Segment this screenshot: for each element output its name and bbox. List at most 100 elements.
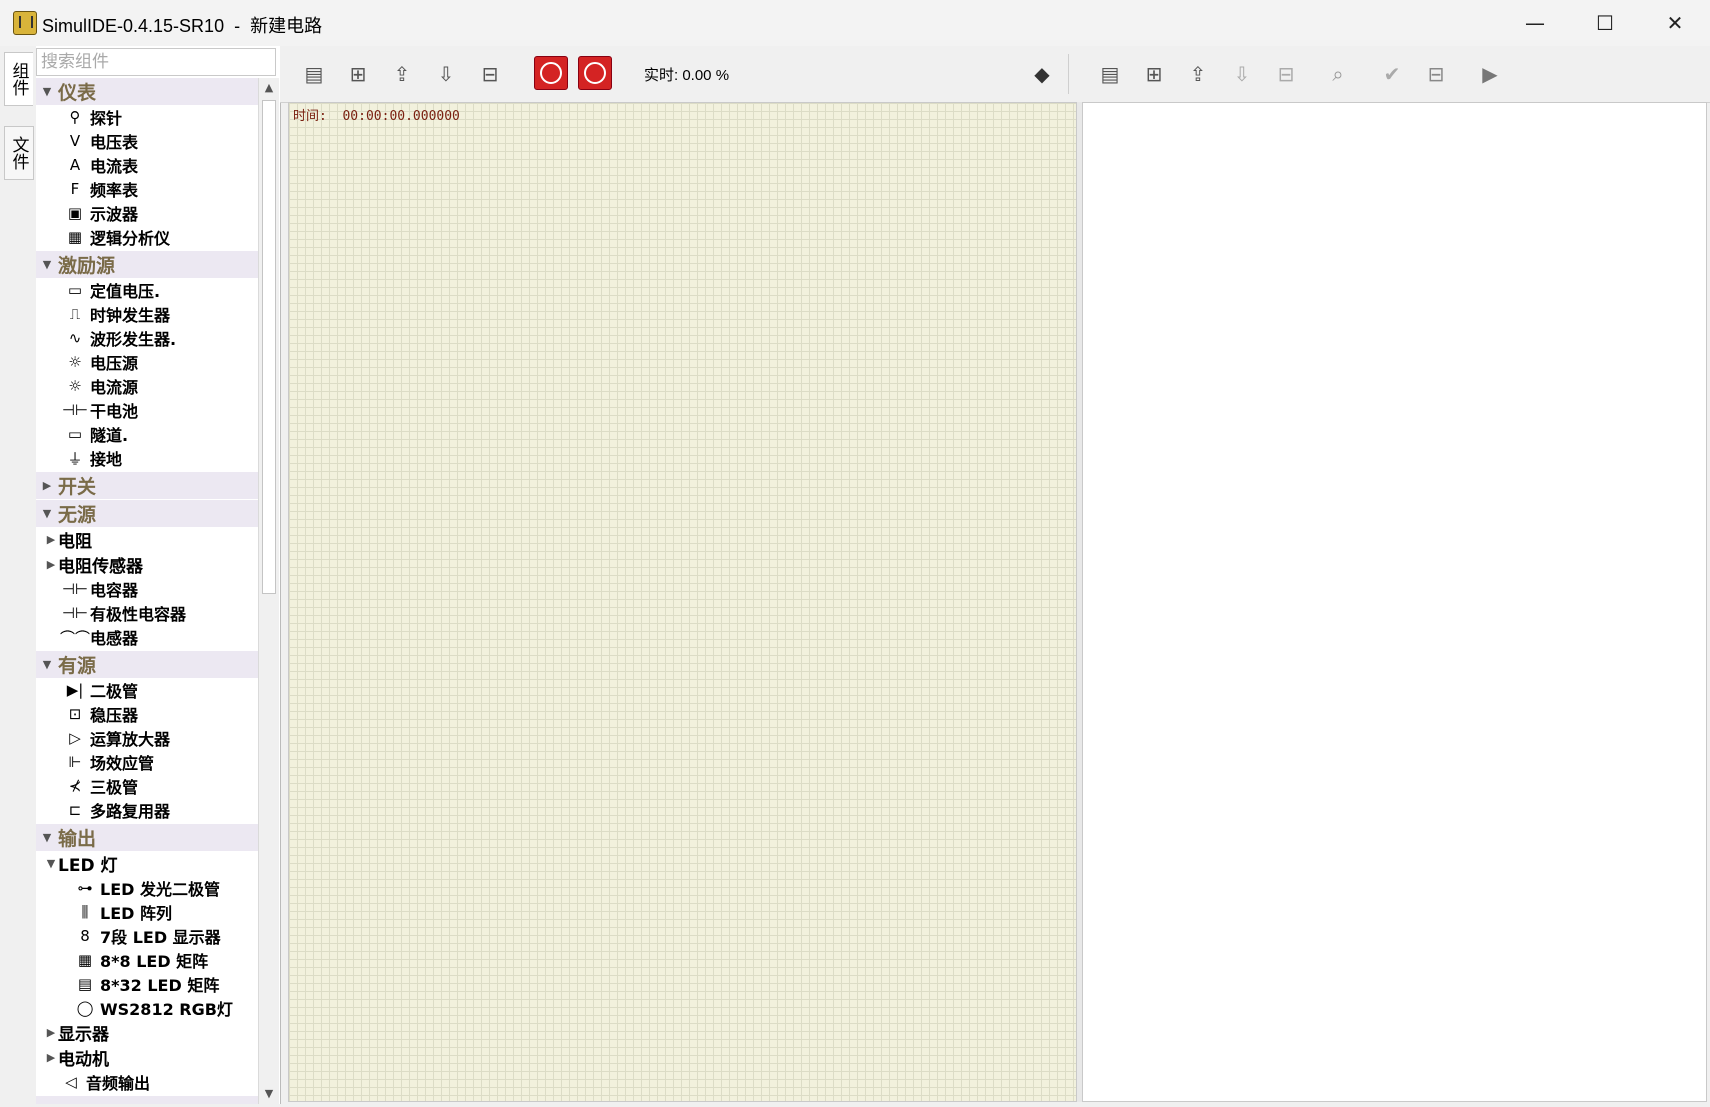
pause-button[interactable]	[578, 56, 612, 90]
item-label: 电压源	[90, 354, 139, 373]
category-label: 开关	[58, 476, 97, 498]
item-label: 运算放大器	[90, 730, 171, 749]
app-title: SimulIDE-0.4.15-SR10	[42, 16, 225, 36]
power-button[interactable]	[534, 56, 568, 90]
category-output[interactable]: ▼ 输出	[36, 824, 258, 851]
item-label: 探针	[90, 109, 123, 128]
list-item[interactable]: A 电流表	[36, 153, 258, 177]
list-item[interactable]: ▦ 逻辑分析仪	[36, 225, 258, 249]
item-label: 电压表	[90, 133, 139, 152]
pause-icon	[584, 62, 606, 84]
list-item[interactable]: ⫼ LED 阵列	[36, 900, 258, 924]
editor-save-as-icon[interactable]: ⊟	[1270, 58, 1302, 90]
list-item[interactable]: ◯ WS2812 RGB灯	[36, 996, 258, 1020]
wave-generator-icon: ∿	[68, 329, 82, 347]
subgroup-led[interactable]: ▼ LED 灯	[36, 851, 258, 876]
search-input[interactable]	[36, 48, 276, 76]
chevron-down-icon: ▼	[42, 831, 52, 844]
category-instruments[interactable]: ▼ 仪表	[36, 78, 258, 105]
voltage-source-icon: ☼	[68, 353, 82, 371]
list-item[interactable]: ⏚ 接地	[36, 446, 258, 470]
tab-components[interactable]: 组件	[4, 52, 33, 106]
list-item[interactable]: ⊩ 场效应管	[36, 750, 258, 774]
list-item[interactable]: ▭ 定值电压.	[36, 278, 258, 302]
save-file-icon[interactable]: ⇩	[430, 58, 462, 90]
list-item[interactable]: ▣ 示波器	[36, 201, 258, 225]
category-switches[interactable]: ▶ 开关	[36, 472, 258, 499]
item-label: 多路复用器	[90, 802, 171, 821]
tab-files[interactable]: 文件	[4, 126, 34, 180]
category-passive[interactable]: ▼ 无源	[36, 500, 258, 527]
list-item[interactable]: ⊏ 多路复用器	[36, 798, 258, 822]
scroll-thumb[interactable]	[262, 100, 276, 594]
category-label: 激励源	[58, 255, 116, 277]
list-item[interactable]: ▤ 8*32 LED 矩阵	[36, 972, 258, 996]
list-item[interactable]: ▦ 8*8 LED 矩阵	[36, 948, 258, 972]
save-as-icon[interactable]: ⊟	[474, 58, 506, 90]
window-title: SimulIDE-0.4.15-SR10 - 新建电路	[42, 12, 322, 38]
maximize-button[interactable]: ☐	[1570, 0, 1640, 46]
voltmeter-icon: V	[69, 132, 81, 150]
subgroup-resistor[interactable]: ▶ 电阻	[36, 527, 258, 552]
list-item[interactable]: ☼ 电压源	[36, 350, 258, 374]
ammeter-icon: A	[69, 156, 81, 174]
subgroup-motor[interactable]: ▶ 电动机	[36, 1045, 258, 1070]
led-icon: ⊶	[77, 879, 93, 897]
category-active[interactable]: ▼ 有源	[36, 651, 258, 678]
list-item[interactable]: 8 7段 LED 显示器	[36, 924, 258, 948]
list-item[interactable]: ⊡ 稳压器	[36, 702, 258, 726]
chevron-right-icon: ▶	[46, 558, 56, 571]
subgroup-display[interactable]: ▶ 显示器	[36, 1020, 258, 1045]
list-item[interactable]: ⚲ 探针	[36, 105, 258, 129]
chevron-down-icon: ▼	[42, 658, 52, 671]
item-label: 波形发生器.	[90, 330, 177, 349]
chevron-down-icon: ▼	[46, 857, 56, 870]
debug-play-icon[interactable]: ▶	[1474, 58, 1506, 90]
list-item[interactable]: ☼ 电流源	[36, 374, 258, 398]
list-item[interactable]: ⊣⊢ 电容器	[36, 577, 258, 601]
editor-new-menu-icon[interactable]: ▤	[1094, 58, 1126, 90]
list-item[interactable]: ⊀ 三极管	[36, 774, 258, 798]
multiplexer-icon: ⊏	[68, 801, 82, 819]
upload-icon[interactable]: ⊟	[1420, 58, 1452, 90]
fixed-voltage-icon: ▭	[67, 281, 83, 299]
close-button[interactable]: ✕	[1640, 0, 1710, 46]
circuit-canvas[interactable]: 时间: 00:00:00.000000	[288, 102, 1077, 1102]
list-item[interactable]: ⌒⌒ 电感器	[36, 625, 258, 649]
compile-check-icon[interactable]: ✔	[1376, 58, 1408, 90]
tree-scrollbar[interactable]: ▲ ▼	[258, 78, 279, 1104]
scroll-down-icon[interactable]: ▼	[259, 1084, 279, 1104]
component-panel: ▼仪表 ⚲探针 V电压表 A电流表 F频率表 ▣示波器 ▦逻辑分析仪 ▼激励源 …	[36, 46, 281, 1104]
editor-save-icon[interactable]: ⇩	[1226, 58, 1258, 90]
led-bar-icon: ⫼	[81, 903, 89, 921]
minimize-button[interactable]: —	[1500, 0, 1570, 46]
toolbar-divider	[1068, 54, 1069, 94]
subgroup-label: LED 灯	[58, 856, 118, 876]
category-sources[interactable]: ▼ 激励源	[36, 251, 258, 278]
new-file-icon[interactable]: ⊞	[342, 58, 374, 90]
list-item[interactable]: V 电压表	[36, 129, 258, 153]
list-item[interactable]: ⎍ 时钟发生器	[36, 302, 258, 326]
item-label: 8*8 LED 矩阵	[100, 952, 209, 971]
list-item[interactable]: ⊶ LED 发光二极管	[36, 876, 258, 900]
scroll-up-icon[interactable]: ▲	[259, 78, 279, 98]
open-file-icon[interactable]: ⇪	[386, 58, 418, 90]
subgroup-label: 电阻	[58, 532, 92, 552]
list-item[interactable]: ⊣⊢ 干电池	[36, 398, 258, 422]
list-item[interactable]: ▭ 隧道.	[36, 422, 258, 446]
list-item[interactable]: ∿ 波形发生器.	[36, 326, 258, 350]
list-item[interactable]: F 频率表	[36, 177, 258, 201]
list-item[interactable]: ⊣⊢ 有极性电容器	[36, 601, 258, 625]
editor-new-file-icon[interactable]: ⊞	[1138, 58, 1170, 90]
new-circuit-menu-icon[interactable]: ▤	[298, 58, 330, 90]
find-icon[interactable]: ⌕	[1322, 58, 1354, 90]
subgroup-resistor-sensor[interactable]: ▶ 电阻传感器	[36, 552, 258, 577]
info-icon[interactable]: ◆	[1026, 58, 1058, 90]
list-item[interactable]: ▷ 运算放大器	[36, 726, 258, 750]
code-editor-area[interactable]	[1082, 102, 1707, 1102]
editor-open-icon[interactable]: ⇪	[1182, 58, 1214, 90]
list-item[interactable]: ◁ 音频输出	[36, 1070, 258, 1094]
list-item[interactable]: ▶| 二极管	[36, 678, 258, 702]
seven-segment-icon: 8	[80, 927, 90, 945]
chevron-right-icon: ▶	[46, 1026, 56, 1039]
